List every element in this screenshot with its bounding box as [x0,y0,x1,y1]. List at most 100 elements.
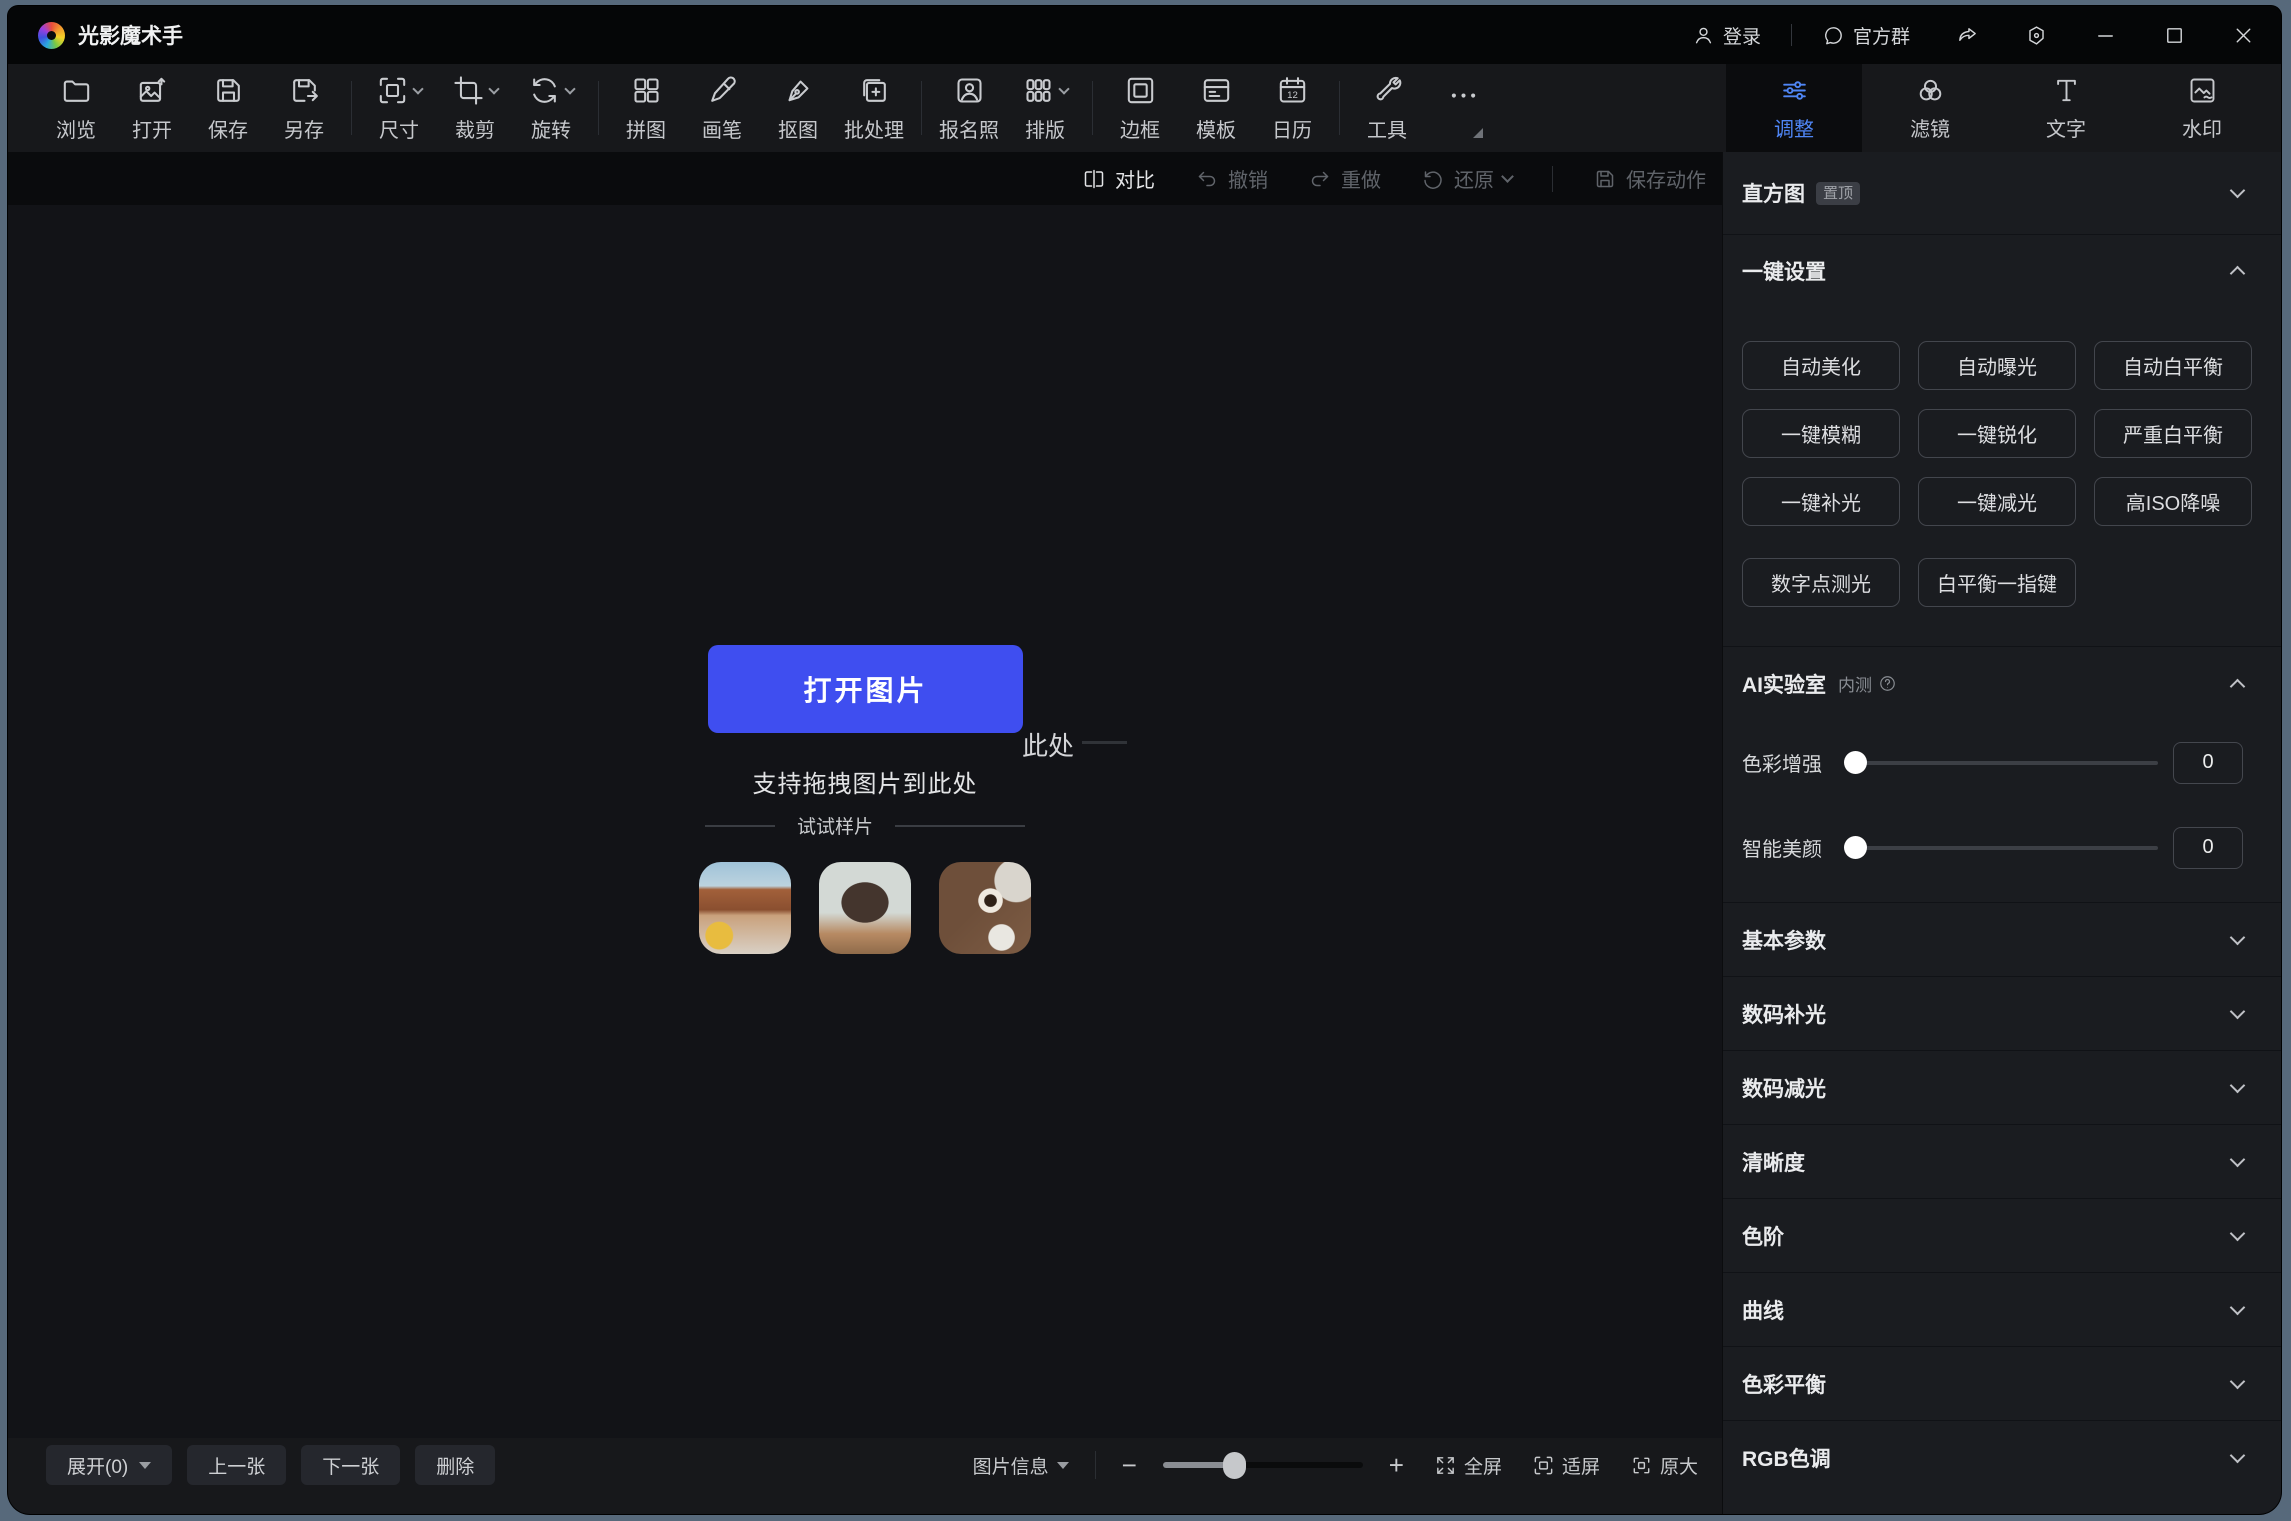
zoom-slider[interactable] [1163,1462,1363,1468]
section-levels[interactable]: 色阶 [1723,1198,2281,1272]
ai-lab-sliders: 色彩增强 0 智能美颜 0 [1723,720,2281,902]
tab-watermark[interactable]: 水印 [2134,64,2270,152]
next-image-button[interactable]: 下一张 [301,1445,400,1485]
toolbar-item-open[interactable]: 打开 [114,74,190,143]
toolbar-item-frame[interactable]: 边框 [1102,74,1178,143]
toolbar-label: 日历 [1272,114,1312,143]
toolbar-item-collage[interactable]: 拼图 [608,74,684,143]
chevron-down-icon[interactable] [2230,1151,2246,1167]
sample-thumbnail-desk[interactable] [939,862,1031,954]
toolbar-item-save-as[interactable]: 另存 [266,74,342,143]
one-key-section-header[interactable]: 一键设置 [1723,234,2281,306]
toolbar-item-template[interactable]: 模板 [1178,74,1254,143]
section-digital-dim-light[interactable]: 数码减光 [1723,1050,2281,1124]
sample-thumbnail-portrait[interactable] [819,862,911,954]
help-question-icon[interactable] [1878,674,1897,693]
redo-button[interactable]: 重做 [1308,164,1381,193]
chevron-down-icon[interactable] [564,83,575,94]
chevron-down-icon[interactable] [412,83,423,94]
maximize-icon[interactable] [2163,24,2186,47]
chevron-down-icon[interactable] [2230,1447,2246,1463]
auto-exposure-button[interactable]: 自动曝光 [1918,341,2076,390]
zoom-in-button[interactable]: + [1389,1452,1404,1478]
settings-icon[interactable] [2025,24,2048,47]
official-group-button[interactable]: 官方群 [1822,22,1910,49]
toolbar-item-cutout[interactable]: 抠图 [760,74,836,143]
render-artifact-text: 此处 [1022,726,1074,763]
color-enhance-slider[interactable] [1846,761,2158,765]
chevron-down-icon[interactable] [2230,929,2246,945]
one-key-fill-light-button[interactable]: 一键补光 [1742,477,1900,526]
delete-button[interactable]: 删除 [415,1445,495,1485]
chevron-down-icon[interactable] [1501,170,1514,183]
smart-beauty-value[interactable]: 0 [2173,827,2243,869]
fit-screen-button[interactable]: 适屏 [1532,1452,1600,1479]
section-clarity[interactable]: 清晰度 [1723,1124,2281,1198]
tab-text[interactable]: 文字 [1998,64,2134,152]
zoom-slider-thumb[interactable] [1223,1452,1246,1479]
high-iso-denoise-button[interactable]: 高ISO降噪 [2094,477,2252,526]
compare-button[interactable]: 对比 [1082,164,1155,193]
toolbar-item-browse[interactable]: 浏览 [38,74,114,143]
toolbar-item-rotate[interactable]: 旋转 [513,74,589,143]
pin-top-badge[interactable]: 置顶 [1816,182,1860,205]
chevron-down-icon[interactable] [2230,1299,2246,1315]
save-action-button[interactable]: 保存动作 [1593,164,1706,193]
fullscreen-button[interactable]: 全屏 [1434,1452,1502,1479]
minimize-icon[interactable] [2094,24,2117,47]
section-basic-params[interactable]: 基本参数 [1723,902,2281,976]
smart-beauty-slider[interactable] [1846,846,2158,850]
expand-button[interactable]: 展开(0) [46,1445,172,1485]
actual-size-button[interactable]: 原大 [1630,1452,1698,1479]
chevron-up-icon[interactable] [2230,678,2246,694]
auto-white-balance-button[interactable]: 自动白平衡 [2094,341,2252,390]
toolbar-item-calendar[interactable]: 12 日历 [1254,74,1330,143]
toolbar-item-id-photo[interactable]: 报名照 [931,74,1007,143]
color-enhance-value[interactable]: 0 [2173,742,2243,784]
reset-button[interactable]: 还原 [1421,164,1512,193]
auto-beautify-button[interactable]: 自动美化 [1742,341,1900,390]
tab-filters[interactable]: 滤镜 [1862,64,1998,152]
severe-white-balance-button[interactable]: 严重白平衡 [2094,409,2252,458]
open-image-button[interactable]: 打开图片 [708,645,1023,733]
close-icon[interactable] [2232,24,2255,47]
tab-adjust[interactable]: 调整 [1726,64,1862,152]
section-curves[interactable]: 曲线 [1723,1272,2281,1346]
login-button[interactable]: 登录 [1692,22,1761,49]
section-color-balance[interactable]: 色彩平衡 [1723,1346,2281,1420]
slider-thumb[interactable] [1844,751,1867,774]
chevron-down-icon[interactable] [2230,1077,2246,1093]
image-info-button[interactable]: 图片信息 [973,1452,1069,1479]
toolbar-item-batch[interactable]: 批处理 [836,74,912,143]
toolbar-item-tools[interactable]: 工具 [1349,74,1425,143]
chevron-down-icon[interactable] [2230,1225,2246,1241]
tab-label: 文字 [2046,113,2086,142]
histogram-section-header[interactable]: 直方图 置顶 [1723,152,2281,234]
chevron-down-icon[interactable] [1058,83,1069,94]
chevron-down-icon[interactable] [488,83,499,94]
one-key-blur-button[interactable]: 一键模糊 [1742,409,1900,458]
slider-thumb[interactable] [1844,836,1867,859]
section-rgb-tone[interactable]: RGB色调 [1723,1420,2281,1494]
toolbar-item-crop[interactable]: 裁剪 [437,74,513,143]
section-digital-fill-light[interactable]: 数码补光 [1723,976,2281,1050]
chevron-up-icon[interactable] [2230,265,2246,281]
zoom-out-button[interactable]: − [1122,1452,1137,1478]
one-key-sharpen-button[interactable]: 一键锐化 [1918,409,2076,458]
chevron-down-icon[interactable] [2230,183,2246,199]
undo-button[interactable]: 撤销 [1195,164,1268,193]
one-key-dim-light-button[interactable]: 一键减光 [1918,477,2076,526]
sample-thumbnail-canyon-bus[interactable] [699,862,791,954]
share-icon[interactable] [1956,24,1979,47]
previous-image-button[interactable]: 上一张 [187,1445,286,1485]
white-balance-one-touch-button[interactable]: 白平衡一指键 [1918,558,2076,607]
toolbar-item-resize[interactable]: 尺寸 [361,74,437,143]
toolbar-item-layout[interactable]: 排版 [1007,74,1083,143]
chevron-down-icon[interactable] [2230,1003,2246,1019]
toolbar-item-save[interactable]: 保存 [190,74,266,143]
chevron-down-icon[interactable] [2230,1373,2246,1389]
digital-spot-metering-button[interactable]: 数字点测光 [1742,558,1900,607]
ai-lab-section-header[interactable]: AI实验室 内测 [1723,646,2281,720]
toolbar-item-brush[interactable]: 画笔 [684,74,760,143]
toolbar-item-more[interactable] [1425,79,1501,138]
